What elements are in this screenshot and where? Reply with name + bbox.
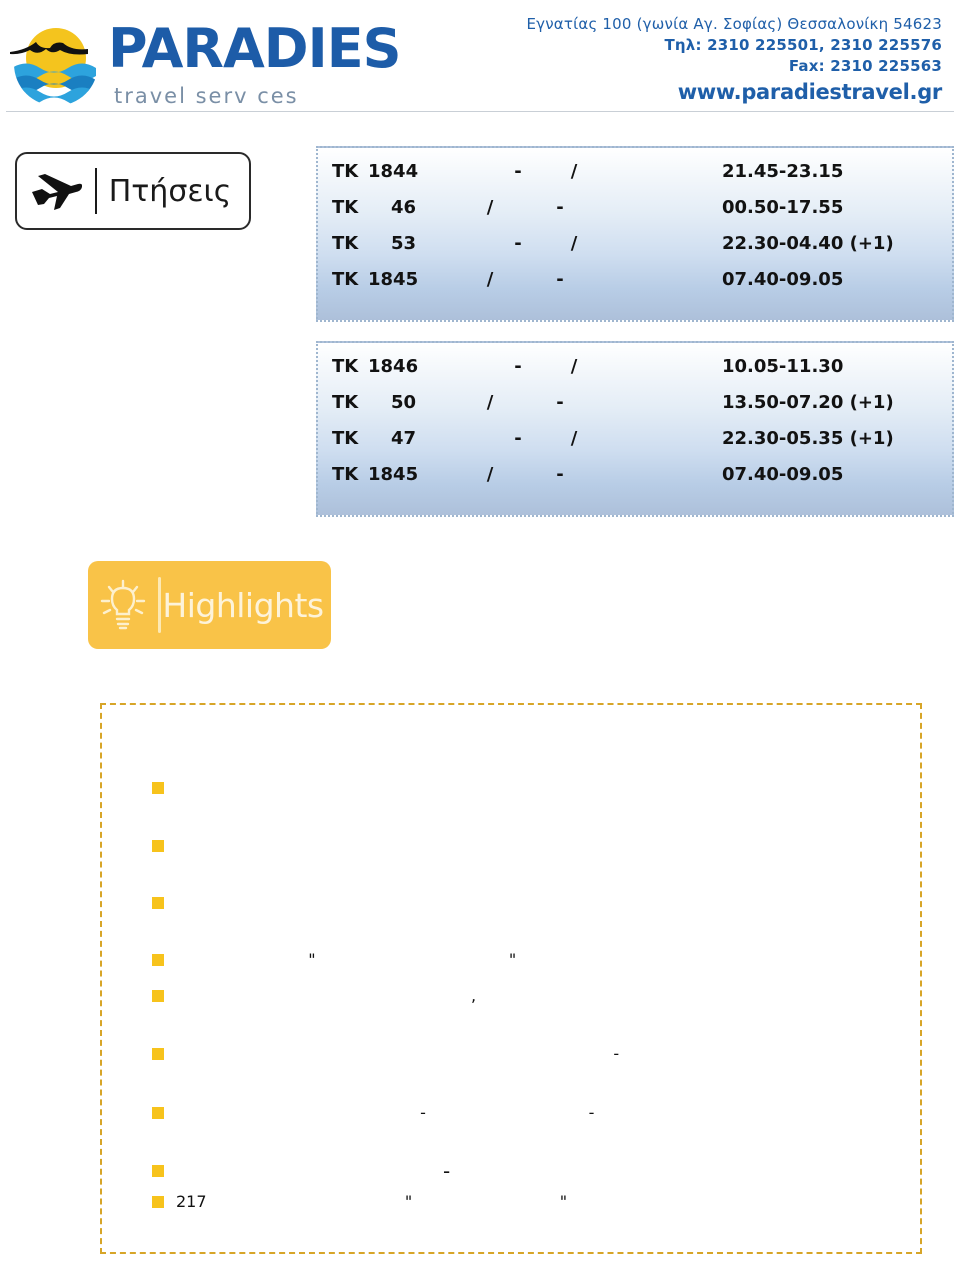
cell-times: 22.30-05.35 (+1) — [722, 428, 894, 449]
bullet-square-icon — [152, 1196, 164, 1208]
list-item: - — [152, 1044, 912, 1064]
cell-carrier: TK — [332, 161, 359, 182]
list-item: , — [152, 986, 912, 1006]
cell-carrier: TK — [332, 392, 359, 413]
cell-flight-number: 47 — [390, 428, 416, 449]
highlights-section-banner: Highlights — [88, 561, 331, 649]
cell-carrier: TK — [332, 464, 359, 485]
cell-route-marker-a: - — [514, 233, 522, 254]
bullet-square-icon — [152, 1107, 164, 1119]
flights-section-badge: Πτήσεις — [15, 152, 251, 230]
list-item: " " — [152, 950, 912, 970]
cell-route-marker-a: / — [486, 392, 494, 413]
cell-carrier: TK — [332, 428, 359, 449]
cell-route-marker-b: / — [570, 428, 578, 449]
page-header: PARADIES travel serv ces Εγνατίας 100 (γ… — [0, 0, 960, 112]
bullet-square-icon — [152, 897, 164, 909]
cell-route-marker-a: / — [486, 269, 494, 290]
contact-fax: Fax: 2310 225563 — [788, 57, 942, 75]
sun-over-sea-logo-icon — [10, 22, 98, 106]
highlights-banner-label: Highlights — [162, 585, 324, 625]
cell-times: 00.50-17.55 — [722, 197, 844, 218]
flights-badge-label: Πτήσεις — [108, 173, 232, 209]
flight-table: TK 1844 - / 21.45-23.15 TK 46 / - 00.50-… — [316, 146, 954, 322]
cell-flight-number: 1845 — [368, 464, 419, 485]
bullet-square-icon — [152, 990, 164, 1002]
bullet-square-icon — [152, 1165, 164, 1177]
cell-route-marker-a: - — [514, 161, 522, 182]
list-item: - - — [152, 1103, 912, 1123]
lightbulb-icon — [88, 579, 158, 631]
cell-route-marker-b: - — [556, 269, 564, 290]
cell-times: 22.30-04.40 (+1) — [722, 233, 894, 254]
list-item: - — [152, 1161, 912, 1181]
bullet-square-icon — [152, 782, 164, 794]
cell-flight-number: 1844 — [368, 161, 419, 182]
cell-flight-number: 1846 — [368, 356, 419, 377]
list-item: 217 " " — [152, 1192, 912, 1212]
table-row: TK 1846 - / 10.05-11.30 — [318, 349, 952, 385]
cell-route-marker-a: / — [486, 464, 494, 485]
list-item-label: - — [176, 1159, 451, 1183]
cell-route-marker-a: - — [514, 356, 522, 377]
cell-flight-number: 46 — [390, 197, 416, 218]
cell-route-marker-b: - — [556, 392, 564, 413]
contact-address: Εγνατίας 100 (γωνία Αγ. Σοφίας) Θεσσαλον… — [526, 15, 942, 33]
cell-carrier: TK — [332, 197, 359, 218]
cell-times: 10.05-11.30 — [722, 356, 844, 377]
flight-table: TK 1846 - / 10.05-11.30 TK 50 / - 13.50-… — [316, 341, 954, 517]
cell-carrier: TK — [332, 233, 359, 254]
list-item-label: 217 " " — [176, 1192, 568, 1211]
cell-carrier: TK — [332, 269, 359, 290]
list-item-label: , — [176, 986, 477, 1005]
list-item-label: " " — [176, 950, 517, 969]
brand-wordmark: PARADIES — [108, 17, 401, 80]
table-row: TK 46 / - 00.50-17.55 — [318, 190, 952, 226]
contact-block: Εγνατίας 100 (γωνία Αγ. Σοφίας) Θεσσαλον… — [472, 14, 942, 106]
table-row: TK 1844 - / 21.45-23.15 — [318, 154, 952, 190]
cell-times: 07.40-09.05 — [722, 464, 844, 485]
cell-flight-number: 1845 — [368, 269, 419, 290]
cell-flight-number: 53 — [390, 233, 416, 254]
cell-times: 21.45-23.15 — [722, 161, 844, 182]
cell-route-marker-b: / — [570, 356, 578, 377]
table-row: TK 50 / - 13.50-07.20 (+1) — [318, 385, 952, 421]
brand-logo: PARADIES travel serv ces — [8, 12, 438, 108]
contact-phone: Τηλ: 2310 225501, 2310 225576 — [664, 36, 942, 54]
cell-times: 07.40-09.05 — [722, 269, 844, 290]
cell-route-marker-b: / — [570, 161, 578, 182]
table-row: TK 53 - / 22.30-04.40 (+1) — [318, 226, 952, 262]
bullet-square-icon — [152, 1048, 164, 1060]
bullet-square-icon — [152, 954, 164, 966]
highlights-content-box: " " , - - - - 217 " " — [100, 703, 922, 1254]
cell-route-marker-a: - — [514, 428, 522, 449]
header-divider — [6, 111, 954, 112]
table-row: TK 1845 / - 07.40-09.05 — [318, 262, 952, 298]
airplane-icon — [17, 172, 95, 210]
contact-website[interactable]: www.paradiestravel.gr — [472, 79, 943, 106]
list-item-label: - — [176, 1044, 620, 1063]
cell-carrier: TK — [332, 356, 359, 377]
cell-route-marker-b: - — [556, 464, 564, 485]
cell-route-marker-a: / — [486, 197, 494, 218]
table-row: TK 1845 / - 07.40-09.05 — [318, 457, 952, 493]
cell-route-marker-b: - — [556, 197, 564, 218]
table-row: TK 47 - / 22.30-05.35 (+1) — [318, 421, 952, 457]
cell-times: 13.50-07.20 (+1) — [722, 392, 894, 413]
cell-route-marker-b: / — [570, 233, 578, 254]
list-item-label: - - — [176, 1103, 595, 1122]
bullet-square-icon — [152, 840, 164, 852]
brand-tagline: travel serv ces — [114, 84, 299, 108]
cell-flight-number: 50 — [390, 392, 416, 413]
